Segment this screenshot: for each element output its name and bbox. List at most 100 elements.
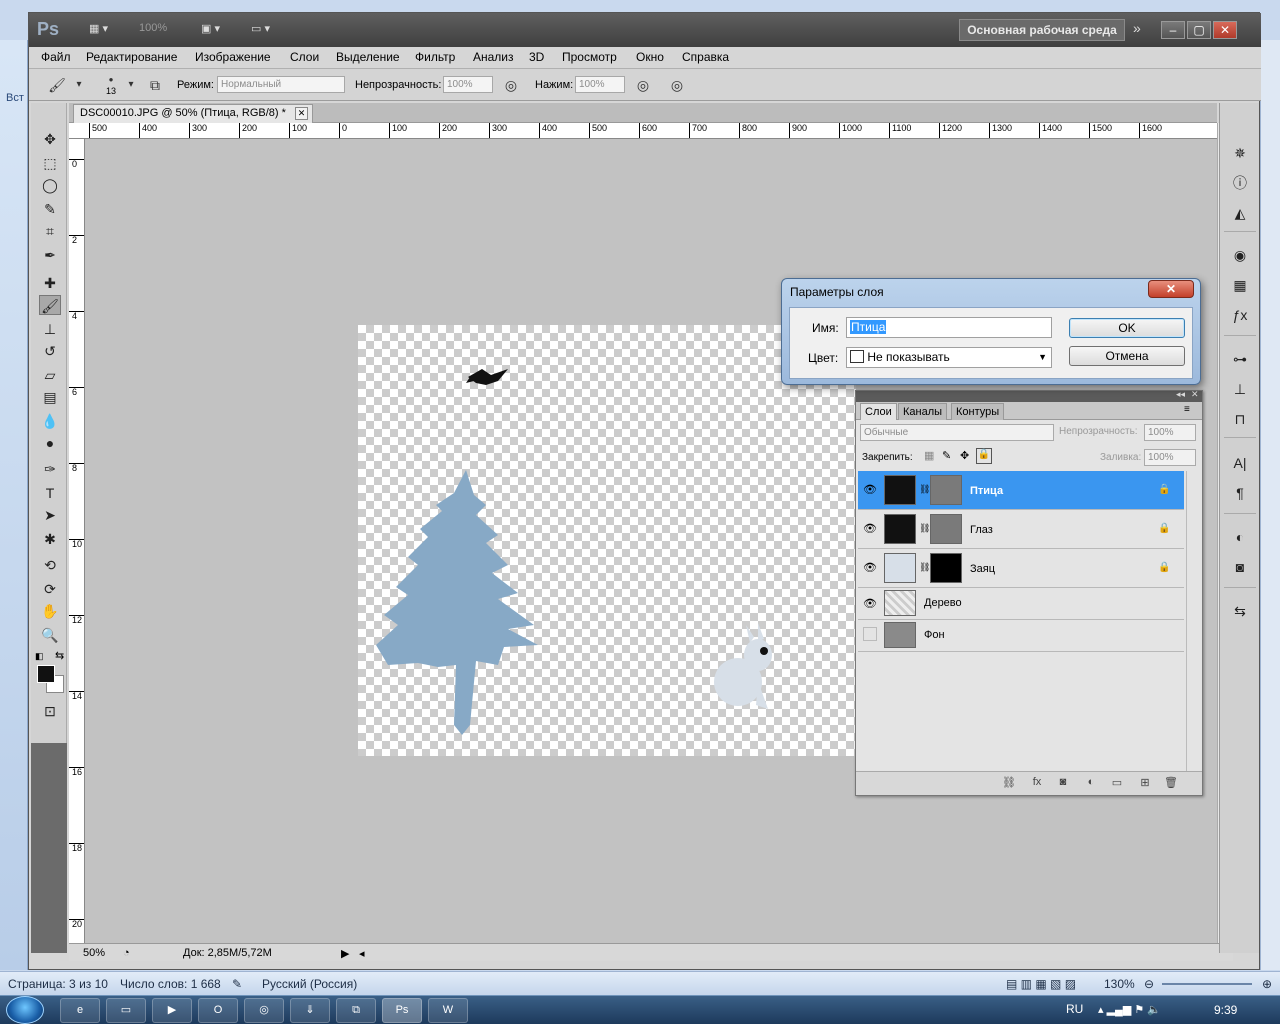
arrange-documents-icon[interactable]: ▣ ▾	[201, 22, 220, 38]
status-menu-arrow-icon[interactable]: ▶	[341, 947, 349, 960]
move-tool-icon[interactable]: ✥	[39, 129, 61, 149]
start-button[interactable]	[6, 996, 44, 1024]
pen-tool-icon[interactable]: ✑	[39, 459, 61, 479]
layer-name-input[interactable]: Птица	[846, 317, 1052, 338]
menu-edit[interactable]: Редактирование	[86, 50, 177, 64]
add-mask-icon[interactable]: ◙	[1054, 776, 1072, 792]
dodge-tool-icon[interactable]: ●	[39, 433, 61, 453]
adjustments-panel-icon[interactable]: ◐	[1230, 527, 1250, 547]
word-language[interactable]: Русский (Россия)	[262, 977, 357, 991]
layer-mask-thumbnail[interactable]	[930, 514, 962, 544]
marquee-tool-icon[interactable]: ⬚	[39, 153, 61, 173]
link-layers-icon[interactable]: ⛓	[1000, 776, 1018, 792]
menu-window[interactable]: Окно	[636, 50, 664, 64]
path-selection-tool-icon[interactable]: ➤	[39, 505, 61, 525]
layers-panel-grip[interactable]: ◂◂ ✕	[856, 389, 1202, 402]
delete-layer-icon[interactable]: 🗑	[1162, 776, 1180, 792]
3d-orbit-tool-icon[interactable]: ⟳	[39, 579, 61, 599]
chrome-taskbar-icon[interactable]: ◎	[244, 998, 284, 1023]
network-taskbar-icon[interactable]: ⧉	[336, 998, 376, 1023]
quick-mask-icon[interactable]: ⊡	[39, 701, 61, 721]
brush-picker-dropdown-icon[interactable]: ▾	[121, 76, 141, 94]
blur-tool-icon[interactable]: 💧	[39, 411, 61, 431]
word-proofing-icon[interactable]: ✎	[232, 977, 242, 991]
photoshop-taskbar-icon[interactable]: Ps	[382, 998, 422, 1023]
word-page-count[interactable]: Страница: 3 из 10	[8, 977, 108, 991]
workspace-switcher-button[interactable]: Основная рабочая среда	[959, 19, 1125, 41]
word-zoom-out-icon[interactable]: ⊖	[1144, 977, 1154, 991]
swatches-panel-icon[interactable]: ▦	[1230, 275, 1250, 295]
download-taskbar-icon[interactable]: ⇓	[290, 998, 330, 1023]
tab-channels[interactable]: Каналы	[898, 403, 948, 420]
layer-row-background[interactable]: Фон	[858, 620, 1184, 652]
hand-tool-icon[interactable]: ✋	[39, 601, 61, 621]
mode-select[interactable]: Нормальный	[217, 76, 345, 93]
zoom-level-control[interactable]: 100%	[139, 22, 167, 38]
brushes-panel-icon[interactable]: ⊶	[1230, 349, 1250, 369]
vertical-ruler[interactable]: 0 2 4 6 8 10 12 14 16 18 20	[69, 139, 85, 943]
visibility-eye-icon[interactable]: 👁	[861, 559, 879, 577]
crop-tool-icon[interactable]: ⌗	[39, 221, 61, 241]
word-zoom-slider[interactable]	[1162, 983, 1252, 985]
menu-view[interactable]: Просмотр	[562, 50, 617, 64]
layer-mask-thumbnail[interactable]	[930, 553, 962, 583]
mask-link-icon[interactable]: ⛓	[919, 523, 930, 534]
color-panel-icon[interactable]: ◉	[1230, 245, 1250, 265]
mask-link-icon[interactable]: ⛓	[919, 562, 930, 573]
clone-source-panel-icon[interactable]: ⊥	[1230, 379, 1250, 399]
tablet-pressure-icon[interactable]: ◎	[667, 76, 687, 94]
layer-row-eye[interactable]: 👁 ⛓ Глаз 🔒	[858, 510, 1184, 549]
layer-mask-thumbnail[interactable]	[930, 475, 962, 505]
menu-image[interactable]: Изображение	[195, 50, 271, 64]
panel-close-icon[interactable]: ✕	[1191, 389, 1199, 400]
histogram-panel-icon[interactable]: ◭	[1230, 203, 1250, 223]
tool-preset-dropdown-icon[interactable]: ▾	[69, 76, 89, 94]
explorer-taskbar-icon[interactable]: ▭	[106, 998, 146, 1023]
airbrush-icon[interactable]: ◎	[633, 76, 653, 94]
visibility-eye-icon[interactable]: 👁	[861, 520, 879, 538]
blend-mode-select[interactable]: Обычные	[860, 424, 1054, 441]
layers-scrollbar[interactable]	[1186, 471, 1200, 771]
zoom-tool-icon[interactable]: 🔍	[39, 625, 61, 645]
panel-collapse-icon[interactable]: ◂◂	[1176, 389, 1185, 400]
status-zoom-field[interactable]: 50%	[83, 947, 105, 959]
history-panel-icon[interactable]: ⇆	[1230, 601, 1250, 621]
brush-tool-icon[interactable]: 🖌	[39, 295, 61, 315]
eraser-tool-icon[interactable]: ▱	[39, 365, 61, 385]
mask-link-icon[interactable]: ⛓	[919, 484, 930, 495]
layer-row-tree[interactable]: 👁 Дерево	[858, 588, 1184, 620]
h-scroll-left-icon[interactable]: ◂	[359, 947, 365, 960]
healing-brush-tool-icon[interactable]: ✚	[39, 273, 61, 293]
menu-3d[interactable]: 3D	[529, 50, 544, 64]
layer-color-select[interactable]: Не показывать ▼	[846, 347, 1052, 368]
document-tab[interactable]: DSC00010.JPG @ 50% (Птица, RGB/8) * ✕	[73, 104, 313, 123]
screen-mode-button[interactable]: ▭ ▾	[251, 22, 270, 38]
fill-field[interactable]: 100%	[1144, 449, 1196, 466]
new-group-icon[interactable]: ▭	[1108, 776, 1126, 792]
layer-name[interactable]: Фон	[924, 629, 945, 641]
tab-paths[interactable]: Контуры	[951, 403, 1005, 420]
brush-size-value[interactable]: 13	[106, 86, 116, 96]
word-word-count[interactable]: Число слов: 1 668	[120, 977, 221, 991]
flow-field[interactable]: 100%	[575, 76, 625, 93]
eyedropper-tool-icon[interactable]: ✒	[39, 245, 61, 265]
media-player-taskbar-icon[interactable]: ▶	[152, 998, 192, 1023]
menu-filter[interactable]: Фильтр	[415, 50, 455, 64]
navigator-panel-icon[interactable]: ✵	[1230, 143, 1250, 163]
opera-taskbar-icon[interactable]: O	[198, 998, 238, 1023]
default-colors-icon[interactable]: ◧	[35, 651, 44, 662]
word-taskbar-icon[interactable]: W	[428, 998, 468, 1023]
shape-tool-icon[interactable]: ✱	[39, 529, 61, 549]
lock-transparent-icon[interactable]: ▦	[924, 449, 934, 462]
ie-taskbar-icon[interactable]: e	[60, 998, 100, 1023]
close-window-button[interactable]: ✕	[1213, 21, 1237, 39]
lock-pixels-icon[interactable]: ✎	[942, 449, 951, 462]
screen-mode-icon[interactable]: ▦ ▾	[89, 22, 108, 38]
new-layer-icon[interactable]: ⊞	[1136, 776, 1154, 792]
foreground-color-swatch[interactable]	[37, 665, 55, 683]
word-zoom-in-icon[interactable]: ⊕	[1262, 977, 1272, 991]
word-right-scrollbar[interactable]	[1260, 40, 1280, 970]
layer-name[interactable]: Птица	[970, 485, 1003, 497]
minimize-button[interactable]: –	[1161, 21, 1185, 39]
close-document-icon[interactable]: ✕	[295, 107, 308, 120]
